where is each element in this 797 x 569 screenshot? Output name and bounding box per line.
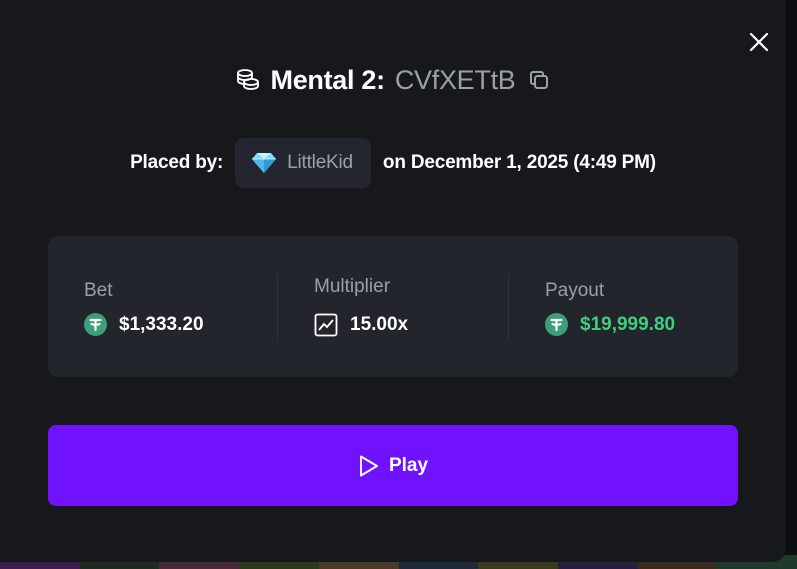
play-icon: [360, 455, 378, 476]
tether-icon: [545, 313, 568, 336]
placed-date: on December 1, 2025 (4:49 PM): [382, 152, 656, 173]
tether-icon: [84, 313, 107, 336]
diamond-icon: [252, 153, 277, 173]
payout-value-row: $19,999.80: [545, 313, 675, 336]
payout-value: $19,999.80: [580, 313, 676, 335]
multiplier-value: 15.00x: [350, 314, 409, 335]
copy-icon: [530, 71, 549, 89]
bet-value-row: $1,333.20: [84, 313, 204, 336]
payout-label: Payout: [545, 280, 605, 301]
bet-label: Bet: [84, 280, 113, 301]
bet-stat: Bet $1,333.20: [48, 236, 277, 377]
placed-by-row: Placed by: LittleKid on December 1, 2025…: [0, 138, 786, 188]
user-chip[interactable]: LittleKid: [235, 138, 371, 188]
bet-value: $1,333.20: [119, 313, 204, 335]
username: LittleKid: [287, 152, 353, 173]
play-button-label: Play: [388, 454, 429, 476]
multiplier-label: Multiplier: [314, 276, 391, 297]
modal-title: Mental 2: CVfXETtB: [0, 58, 786, 102]
close-button[interactable]: [744, 27, 774, 57]
bet-details-modal: Mental 2: CVfXETtB Placed by: LittleKid …: [0, 0, 786, 562]
payout-stat: Payout $19,999.80: [508, 236, 738, 377]
multiplier-value-row: 15.00x: [314, 313, 408, 337]
multiplier-stat: Multiplier 15.00x: [277, 236, 508, 377]
trend-chart-icon: [314, 313, 338, 337]
bet-stats-card: Bet $1,333.20 Multiplier 15.00x Payout $…: [48, 236, 738, 377]
game-name: Mental 2:: [270, 64, 386, 95]
placed-by-label: Placed by:: [130, 152, 224, 173]
play-button[interactable]: Play: [48, 425, 738, 506]
coins-icon: [236, 69, 259, 90]
copy-bet-id-button[interactable]: [527, 68, 551, 92]
bet-id: CVfXETtB: [394, 64, 516, 95]
close-icon: [749, 32, 769, 52]
